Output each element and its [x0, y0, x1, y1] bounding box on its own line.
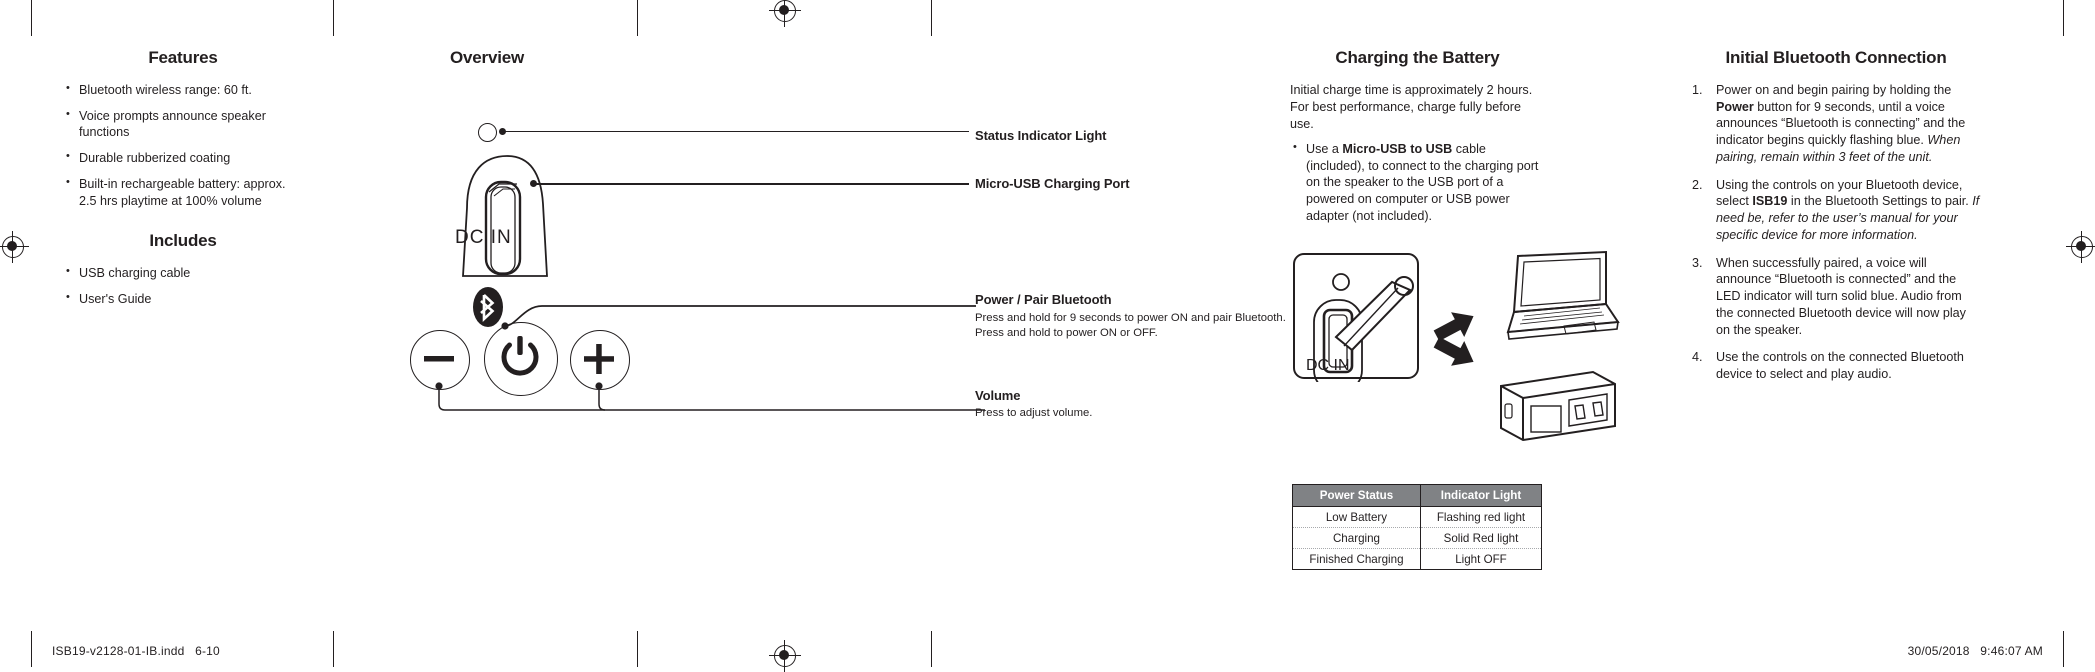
- bluetooth-heading: Initial Bluetooth Connection: [1725, 48, 1947, 67]
- charging-heading: Charging the Battery: [1335, 48, 1500, 67]
- leader-line-volume: [435, 382, 985, 411]
- table-cell: Light OFF: [1419, 548, 1543, 570]
- table-row: Charging Solid Red light: [1292, 527, 1543, 549]
- charging-bullets: Use a Micro-USB to USB cable (included),…: [1290, 140, 1545, 225]
- callout-status-indicator-light: Status Indicator Light: [975, 128, 1107, 143]
- plus-icon: [584, 344, 614, 374]
- crop-mark-top-mid-left: [333, 0, 334, 36]
- speaker-port-illustration: [462, 155, 548, 277]
- crop-mark-bottom-mid-right: [931, 631, 932, 667]
- list-item: Bluetooth wireless range: 60 ft.: [63, 81, 303, 99]
- includes-heading: Includes: [149, 231, 217, 251]
- callout-power-pair-bluetooth: Power / Pair Bluetooth: [975, 292, 1112, 307]
- charging-bullet-prefix: Use a: [1306, 142, 1343, 156]
- crop-mark-bottom-mid: [637, 631, 638, 667]
- table-header-indicator-light: Indicator Light: [1419, 484, 1543, 507]
- leader-line-status: [503, 130, 969, 133]
- overview-diagram: DC IN: [400, 100, 1300, 440]
- crop-mark-top-left: [31, 0, 32, 36]
- bluetooth-steps: Power on and begin pairing by holding th…: [1690, 82, 1982, 383]
- minus-icon: [424, 356, 454, 362]
- footer-filename: ISB19-v2128-01-IB.indd 6-10: [52, 644, 220, 658]
- step-text-4a: Use the controls on the connected Blueto…: [1716, 350, 1964, 382]
- bluetooth-column: Initial Bluetooth Connection Power on an…: [1690, 48, 1982, 394]
- charging-bullet-bold: Micro-USB to USB: [1342, 142, 1453, 156]
- power-status-table: Power Status Indicator Light Low Battery…: [1292, 484, 1543, 570]
- step-bold-1: Power: [1716, 99, 1754, 114]
- list-item: User's Guide: [63, 290, 303, 308]
- features-column: Features Bluetooth wireless range: 60 ft…: [63, 48, 303, 317]
- charging-speaker-illustration: DC IN: [1293, 253, 1419, 382]
- crop-mark-bottom-right: [2063, 631, 2064, 667]
- list-item: Using the controls on your Bluetooth dev…: [1690, 177, 1982, 244]
- includes-list: USB charging cable User's Guide: [63, 264, 303, 308]
- power-icon: [501, 336, 539, 376]
- overview-heading: Overview: [450, 48, 525, 67]
- list-item: Power on and begin pairing by holding th…: [1690, 82, 1982, 166]
- list-item: Use a Micro-USB to USB cable (included),…: [1290, 140, 1545, 225]
- registration-mark-bottom: [769, 640, 801, 672]
- charging-arrows: [1433, 312, 1474, 366]
- table-row: Finished Charging Light OFF: [1292, 548, 1543, 570]
- laptop-illustration: [1506, 250, 1620, 340]
- registration-mark-right: [2066, 231, 2095, 263]
- step-bold-2: ISB19: [1752, 194, 1788, 209]
- table-cell: Flashing red light: [1419, 506, 1543, 528]
- table-header-row: Power Status Indicator Light: [1292, 484, 1543, 507]
- charging-dc-in-label: DC IN: [1306, 357, 1350, 374]
- step-text-1a: Power on and begin pairing by holding th…: [1716, 83, 1952, 97]
- step-text-2b: in the Bluetooth Settings to pair.: [1787, 194, 1973, 209]
- overview-column: Overview: [400, 48, 1190, 82]
- charging-intro: Initial charge time is approximately 2 h…: [1290, 83, 1533, 131]
- list-item: Built-in rechargeable battery: approx. 2…: [63, 175, 303, 209]
- list-item: When successfully paired, a voice will a…: [1690, 255, 1982, 339]
- list-item: USB charging cable: [63, 264, 303, 282]
- crop-mark-bottom-left: [31, 631, 32, 667]
- table-cell: Low Battery: [1292, 506, 1421, 528]
- table-cell: Solid Red light: [1419, 527, 1543, 549]
- features-list: Bluetooth wireless range: 60 ft. Voice p…: [63, 81, 303, 209]
- crop-mark-top-mid: [637, 0, 638, 36]
- leader-line-port: [534, 183, 969, 185]
- table-row: Low Battery Flashing red light: [1292, 506, 1543, 528]
- dc-in-label: DC IN: [455, 227, 512, 248]
- power-adapter-illustration: [1500, 370, 1616, 442]
- table-header-power-status: Power Status: [1292, 484, 1421, 507]
- crop-mark-top-right: [2063, 0, 2064, 36]
- list-item: Durable rubberized coating: [63, 149, 303, 167]
- table-cell: Finished Charging: [1292, 548, 1421, 570]
- callout-volume: Volume: [975, 388, 1021, 403]
- step-text-3a: When successfully paired, a voice will a…: [1716, 255, 1966, 337]
- callout-micro-usb-charging-port: Micro-USB Charging Port: [975, 176, 1130, 191]
- registration-mark-left: [0, 231, 29, 263]
- table-cell: Charging: [1292, 527, 1421, 549]
- charging-column: Charging the Battery Initial charge time…: [1290, 48, 1545, 234]
- crop-mark-bottom-mid-left: [333, 631, 334, 667]
- features-heading: Features: [148, 48, 218, 67]
- crop-mark-top-mid-right: [931, 0, 932, 36]
- footer-timestamp: 30/05/2018 9:46:07 AM: [1907, 644, 2043, 658]
- list-item: Voice prompts announce speaker functions: [63, 107, 303, 141]
- registration-mark-top: [769, 0, 801, 27]
- led-indicator-icon: [478, 123, 497, 142]
- leader-line-power: [501, 305, 976, 330]
- list-item: Use the controls on the connected Blueto…: [1690, 349, 1982, 382]
